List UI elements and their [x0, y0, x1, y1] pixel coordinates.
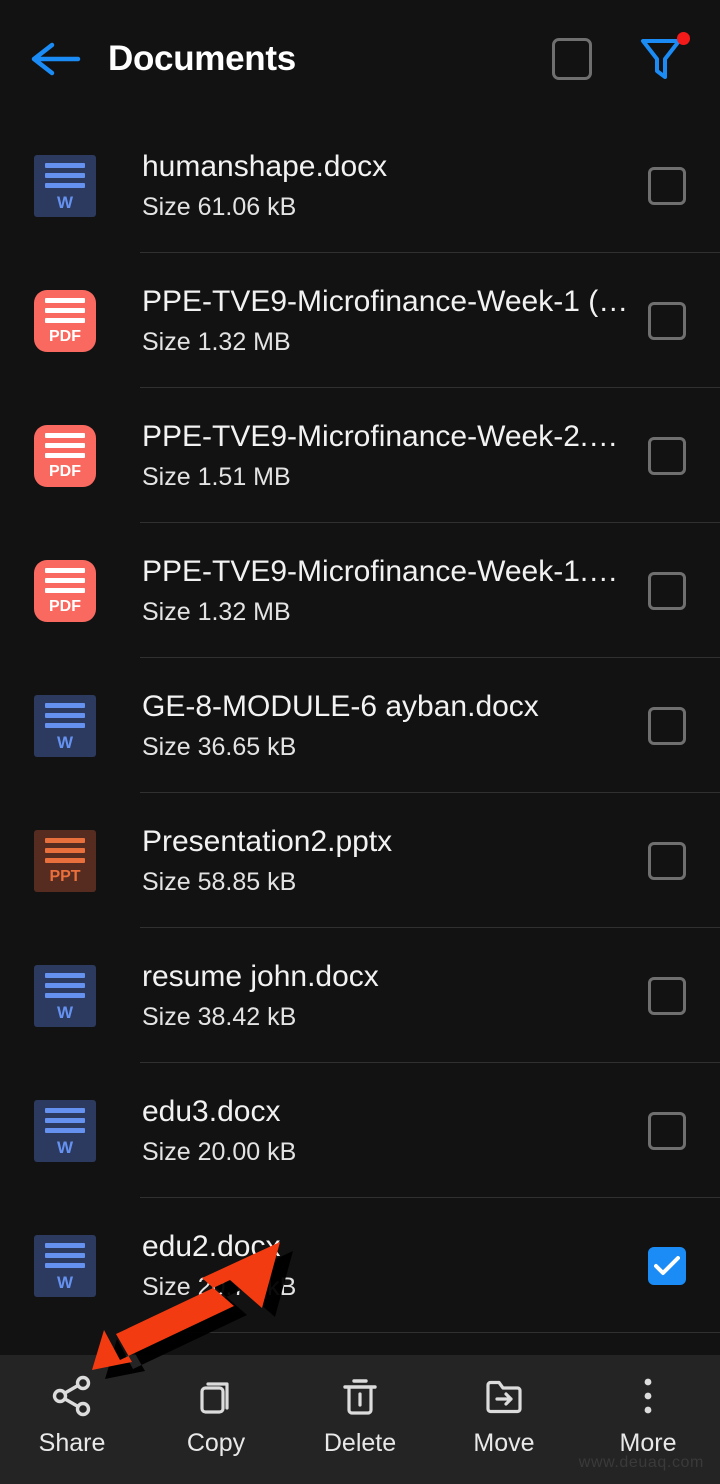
file-type-tag: W: [56, 1272, 74, 1292]
file-info: humanshape.docx Size 61.06 kB: [142, 150, 648, 222]
file-size: Size 1.51 MB: [142, 463, 291, 491]
file-size: Size 20.00 kB: [142, 1138, 297, 1166]
file-type-tag: W: [56, 1137, 74, 1157]
table-row[interactable]: PDF PPE-TVE9-Microfinance-Week-1 (… Size…: [0, 253, 720, 388]
file-name: Presentation2.pptx: [142, 824, 393, 858]
filter-funnel-icon: [641, 39, 681, 79]
file-name: PPE-TVE9-Microfinance-Week-1.…: [142, 554, 619, 588]
file-name: resume john.docx: [142, 959, 379, 993]
file-name: edu2.docx: [142, 1229, 281, 1263]
site-watermark: www.deuaq.com: [578, 1454, 704, 1471]
file-list[interactable]: W humanshape.docx Size 61.06 kB PDF PPE-…: [0, 118, 720, 1355]
file-size: Size 61.06 kB: [142, 193, 297, 221]
docx-file-icon: W: [34, 154, 96, 217]
row-checkbox-selected[interactable]: [648, 1246, 686, 1285]
app-header: Documents: [0, 0, 720, 118]
table-row[interactable]: W edu2.docx Size 20.72 kB: [0, 1198, 720, 1333]
row-checkbox[interactable]: [648, 301, 686, 340]
share-label: Share: [38, 1429, 106, 1457]
file-type-tag: W: [56, 192, 74, 212]
file-size: Size 1.32 MB: [142, 598, 291, 626]
table-row[interactable]: W edu3.docx Size 20.00 kB: [0, 1063, 720, 1198]
file-size: Size 20.72 kB: [142, 1273, 297, 1301]
pdf-file-icon: PDF: [34, 424, 96, 487]
row-checkbox[interactable]: [648, 706, 686, 745]
file-type-tag: PDF: [49, 463, 81, 480]
file-size: Size 1.32 MB: [142, 328, 291, 356]
file-info: edu3.docx Size 20.00 kB: [142, 1095, 648, 1167]
move-label: Move: [473, 1429, 535, 1457]
file-type-tag: PDF: [49, 328, 81, 345]
row-checkbox[interactable]: [648, 571, 686, 610]
filter-badge-dot: [677, 32, 690, 45]
share-button[interactable]: Share: [0, 1373, 144, 1456]
file-info: PPE-TVE9-Microfinance-Week-1 (… Size 1.3…: [142, 285, 648, 357]
table-row[interactable]: PDF PPE-TVE9-Microfinance-Week-1.… Size …: [0, 523, 720, 658]
docx-file-icon: W: [34, 1234, 96, 1297]
arrow-left-icon[interactable]: [30, 33, 82, 85]
row-checkbox[interactable]: [648, 841, 686, 880]
file-name: PPE-TVE9-Microfinance-Week-1 (…: [142, 284, 628, 318]
share-nodes-icon: [50, 1373, 94, 1419]
row-checkbox[interactable]: [648, 1111, 686, 1150]
file-info: PPE-TVE9-Microfinance-Week-1.… Size 1.32…: [142, 555, 648, 627]
file-name: PPE-TVE9-Microfinance-Week-2.…: [142, 419, 619, 453]
move-button[interactable]: Move: [432, 1373, 576, 1456]
pptx-file-icon: PPT: [34, 829, 96, 892]
file-size: Size 38.42 kB: [142, 1003, 297, 1031]
row-checkbox[interactable]: [648, 976, 686, 1015]
trash-icon: [338, 1373, 382, 1419]
check-icon: [654, 1255, 680, 1275]
page-title: Documents: [108, 39, 296, 78]
file-type-tag: W: [56, 732, 74, 752]
table-row[interactable]: W resume john.docx Size 38.42 kB: [0, 928, 720, 1063]
table-row[interactable]: W GE-8-MODULE-6 ayban.docx Size 36.65 kB: [0, 658, 720, 793]
table-row[interactable]: PDF PPE-TVE9-Microfinance-Week-2.… Size …: [0, 388, 720, 523]
file-size: Size 36.65 kB: [142, 733, 297, 761]
delete-button[interactable]: Delete: [288, 1373, 432, 1456]
file-type-tag: PPT: [49, 868, 81, 885]
file-name: edu3.docx: [142, 1094, 281, 1128]
file-name: GE-8-MODULE-6 ayban.docx: [142, 689, 539, 723]
pdf-file-icon: PDF: [34, 559, 96, 622]
file-info: PPE-TVE9-Microfinance-Week-2.… Size 1.51…: [142, 420, 648, 492]
filter-button[interactable]: [638, 32, 690, 84]
copy-button[interactable]: Copy: [144, 1373, 288, 1456]
select-all-checkbox[interactable]: [552, 38, 592, 80]
more-button[interactable]: More: [576, 1373, 720, 1456]
file-name: humanshape.docx: [142, 149, 388, 183]
row-checkbox[interactable]: [648, 436, 686, 475]
file-type-tag: PDF: [49, 598, 81, 615]
pdf-file-icon: PDF: [34, 289, 96, 352]
docx-file-icon: W: [34, 964, 96, 1027]
folder-arrow-icon: [482, 1373, 526, 1419]
file-info: resume john.docx Size 38.42 kB: [142, 960, 648, 1032]
file-type-tag: W: [56, 1002, 74, 1022]
dots-vertical-icon: [626, 1373, 670, 1419]
table-row[interactable]: PPT Presentation2.pptx Size 58.85 kB: [0, 793, 720, 928]
file-info: Presentation2.pptx Size 58.85 kB: [142, 825, 648, 897]
row-checkbox[interactable]: [648, 166, 686, 205]
file-info: edu2.docx Size 20.72 kB: [142, 1230, 648, 1302]
docx-file-icon: W: [34, 1099, 96, 1162]
documents-screen: Documents W humanshape.docx Size 61.06 k…: [0, 0, 720, 1484]
more-label: More: [619, 1429, 677, 1457]
copy-label: Copy: [186, 1429, 246, 1457]
file-size: Size 58.85 kB: [142, 868, 297, 896]
table-row[interactable]: W humanshape.docx Size 61.06 kB: [0, 118, 720, 253]
copy-icon: [194, 1373, 238, 1419]
delete-label: Delete: [323, 1429, 397, 1457]
file-info: GE-8-MODULE-6 ayban.docx Size 36.65 kB: [142, 690, 648, 762]
docx-file-icon: W: [34, 694, 96, 757]
